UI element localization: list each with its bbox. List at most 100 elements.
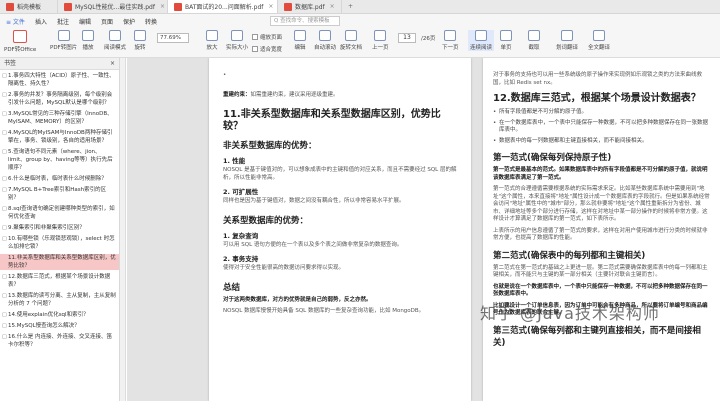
new-tab-button[interactable]: + (342, 0, 359, 13)
bookmark-item[interactable]: □ 5.查询语句不同元素（where、jion、limit、group by、ha… (2, 148, 117, 172)
paragraph: 同样也是因为基于键值对，数据之间没有耦合性，所以非常容易水平扩展。 (223, 198, 405, 204)
bookmark-marker-icon: □ (2, 111, 7, 117)
bookmark-item[interactable]: □ 2.事务的并发？事务隔离级别，每个级别会引发什么问题，MySQL默认是哪个级别… (2, 91, 117, 107)
menu-file[interactable]: ≡ 文件 (6, 17, 25, 26)
tab-mysql-pdf[interactable]: MySQL性能优...最佳实践.pdf × (58, 0, 168, 13)
menu-item-annotate[interactable]: 批注 (57, 17, 69, 26)
bookmark-item[interactable]: □ 10.有哪些锁（乐观锁悲观锁），select 时怎么加排它锁？ (2, 235, 117, 251)
list-item: 在一个数据库表中，一个表中只能保存一种数据，不可以把多种数据保存在同一张数据库表… (493, 120, 710, 135)
full-translate-button[interactable]: 全文翻译 (588, 30, 610, 51)
checkbox-icon (252, 46, 258, 52)
page-number-input[interactable]: 13 (398, 33, 416, 43)
bookmark-item[interactable]: □ 15.MySQL慢查询怎么解决？ (2, 322, 117, 330)
bookmark-item[interactable]: □ 8.sql查询语句确定创建哪种类型的索引，如何优化查询 (2, 205, 117, 221)
screenshot-button[interactable]: 截取 (528, 30, 540, 51)
bookmark-item[interactable]: □ 13.数据库的读写分离、主从复制，主从复制分析的 7 个问题？ (2, 292, 117, 308)
previous-page-button[interactable]: 上一页 (372, 30, 389, 51)
actual-size-button[interactable]: 实际大小 (226, 30, 248, 51)
bookmark-item[interactable]: □ 14.使用explain优化sql和索引？ (2, 311, 117, 319)
tab-templates[interactable]: 稻壳模板 (0, 0, 58, 13)
document-viewport[interactable]: • 重建约束：如需重建约束，建议采用逐级重建。 11.非关系型数据库和关系型数据… (127, 58, 720, 401)
close-tab-icon[interactable]: × (330, 3, 335, 10)
bookmark-label: 6.什么是临时表，临时表什么时候删除？ (8, 176, 107, 182)
next-page-button[interactable]: 下一页 (442, 30, 459, 51)
subheading-summary: 总结 (223, 282, 241, 293)
bookmark-marker-icon: □ (2, 293, 7, 299)
command-search-input[interactable]: Q 查找命令、搜索模板 (270, 16, 340, 26)
tab-label: 稻壳模板 (17, 4, 42, 11)
play-icon (82, 30, 94, 41)
paragraph: 第一范式的合理遵循需要根据系统的实际需求来定。比如某些数据库系统中需要用到"地址… (493, 186, 710, 222)
paragraph-bold: 也就是说在一个数据库表中，一个表中只能保存一种数据，不可以把多种数据保存在同一张… (493, 283, 708, 298)
close-tab-icon[interactable]: × (160, 3, 165, 10)
read-mode-button[interactable]: 阅读模式 (104, 30, 126, 51)
tab-database-pdf[interactable]: 数据库.pdf × (278, 0, 342, 13)
subheading-sql: 关系型数据库的优势： (223, 215, 309, 226)
item-heading: 1. 性能 (223, 157, 246, 165)
menu-item-edit[interactable]: 编辑 (79, 17, 91, 26)
zoom-in-icon (206, 30, 218, 41)
summary-bold: 对于这两类数据库，对方的优势就是自己的弱势，反之亦然。 (223, 296, 372, 303)
rotate-document-button[interactable]: 旋转文档 (340, 30, 362, 51)
checkbox-icon (252, 34, 258, 40)
bookmark-marker-icon: □ (2, 92, 7, 98)
pdf-to-office-button[interactable]: PDF转Office (4, 30, 36, 53)
continuous-read-button[interactable]: 连续阅读 (468, 30, 495, 51)
pdf-reader-window: 稻壳模板 MySQL性能优...最佳实践.pdf × BAT面试的20...问面… (0, 0, 720, 401)
bookmark-item[interactable]: □ 1.事务四大特性（ACID）原子性、一致性、隔离性、持久性？ (2, 72, 117, 88)
bookmark-item[interactable]: □11.非关系型数据库和关系型数据库区别，优势比较？ (0, 254, 119, 270)
bookmark-item[interactable]: □ 12.数据库三范式，根据某个场景设计数据表？ (2, 273, 117, 289)
intro-paragraph: 对于事务的支持也可以用一些系统级的原子操作来实现例如乐观锁之类的方法来曲线救国，… (493, 72, 703, 86)
bookmark-marker-icon: □ (2, 176, 7, 182)
paragraph: NOSQL 是基于键值对的，可以想象成表中的主键和值的对应关系，而且不需要经过 … (223, 167, 457, 181)
tab-label: 数据库.pdf (295, 4, 325, 11)
close-icon[interactable]: × (110, 58, 115, 69)
checkbox-fit-width[interactable]: 适合宽度 (252, 45, 282, 53)
tab-label: MySQL性能优...最佳实践.pdf (75, 4, 155, 11)
close-tab-icon[interactable]: × (268, 3, 273, 10)
list-item: 数据表中的每一列数据都和主键直接相关，而不能间接相关。 (493, 138, 710, 146)
menu-item-insert[interactable]: 插入 (35, 17, 47, 26)
arrow-left-icon (374, 30, 387, 41)
tab-bat-pdf[interactable]: BAT面试的20...问面解析.pdf × (168, 0, 278, 13)
bookmark-label: 8.sql查询语句确定创建哪种类型的索引，如何优化查询 (8, 206, 115, 220)
menu-item-protect[interactable]: 保护 (123, 17, 135, 26)
zoom-in-button[interactable]: 放大 (206, 30, 218, 51)
pdf-page-right: 对于事务的支持也可以用一些系统级的原子操作来实现例如乐观锁之类的方法来曲线救国，… (483, 58, 720, 401)
continuous-icon (475, 30, 487, 41)
pdf-to-image-button[interactable]: PDF转图片 (50, 30, 77, 51)
zoom-select[interactable]: 77.69% (157, 33, 189, 43)
translate-icon (561, 30, 573, 41)
subheading-2nf: 第二范式(确保表中的每列都和主键相关) (493, 250, 646, 261)
bookmark-item[interactable]: □ 16.什么是 内连接、外连接、交叉连接、笛卡尔积等？ (2, 333, 117, 349)
subheading-nosql: 非关系型数据库的优势： (223, 141, 317, 151)
paragraph: 第二范式在第一范式的基础之上更进一层。第二范式需要确保数据库表中的每一列都和主键… (493, 264, 708, 279)
bookmark-marker-icon: □ (2, 236, 7, 242)
rotate-doc-icon (345, 30, 357, 41)
arrow-right-icon (444, 30, 457, 41)
edit-button[interactable]: 编辑 (294, 30, 306, 51)
bookmark-item[interactable]: □ 6.什么是临时表，临时表什么时候删除？ (2, 175, 117, 183)
bookmark-item[interactable]: □ 3.MySQL常见的三种存储引擎（InnoDB、MyISAM、MEMORY）的… (2, 110, 117, 126)
bookmark-item[interactable]: □ 4.MySQL的MyISAM与InnoDB两种存储引擎在，事务、锁级别，各自的… (2, 129, 117, 145)
bookmark-label: 12.数据库三范式，根据某个场景设计数据表？ (8, 274, 111, 288)
watermark-text: 知乎 @Java技术架构师 (480, 304, 660, 323)
sidebar-collapse-strip[interactable] (120, 58, 126, 401)
subheading-1nf: 第一范式(确保每列保持原子性) (493, 153, 612, 163)
bookmark-item[interactable]: □ 9.聚集索引和非聚集索引区别？ (2, 224, 117, 232)
image-icon (57, 30, 70, 41)
bookmark-label: 1.事务四大特性（ACID）原子性、一致性、隔离性、持久性？ (8, 73, 115, 87)
auto-scroll-button[interactable]: 自动滚动 (314, 30, 336, 51)
pdf-icon (284, 2, 292, 11)
menu-item-page[interactable]: 页面 (101, 17, 113, 26)
single-page-button[interactable]: 单页 (500, 30, 512, 51)
word-translate-button[interactable]: 划词翻译 (556, 30, 578, 51)
bookmark-label: 16.什么是 内连接、外连接、交叉连接、笛卡尔积等？ (8, 334, 112, 348)
rotate-button[interactable]: 旋转 (134, 30, 146, 51)
checkbox-zoom-page[interactable]: 缩放页面 (252, 33, 282, 41)
menu-item-convert[interactable]: 转换 (145, 17, 157, 26)
pdf-convert-icon (13, 30, 28, 43)
bookmark-marker-icon: □ (2, 149, 7, 155)
play-button[interactable]: 播放 (82, 30, 94, 51)
bookmark-item[interactable]: □ 7.MySQL B+Tree索引和Hash索引的区别？ (2, 186, 117, 202)
